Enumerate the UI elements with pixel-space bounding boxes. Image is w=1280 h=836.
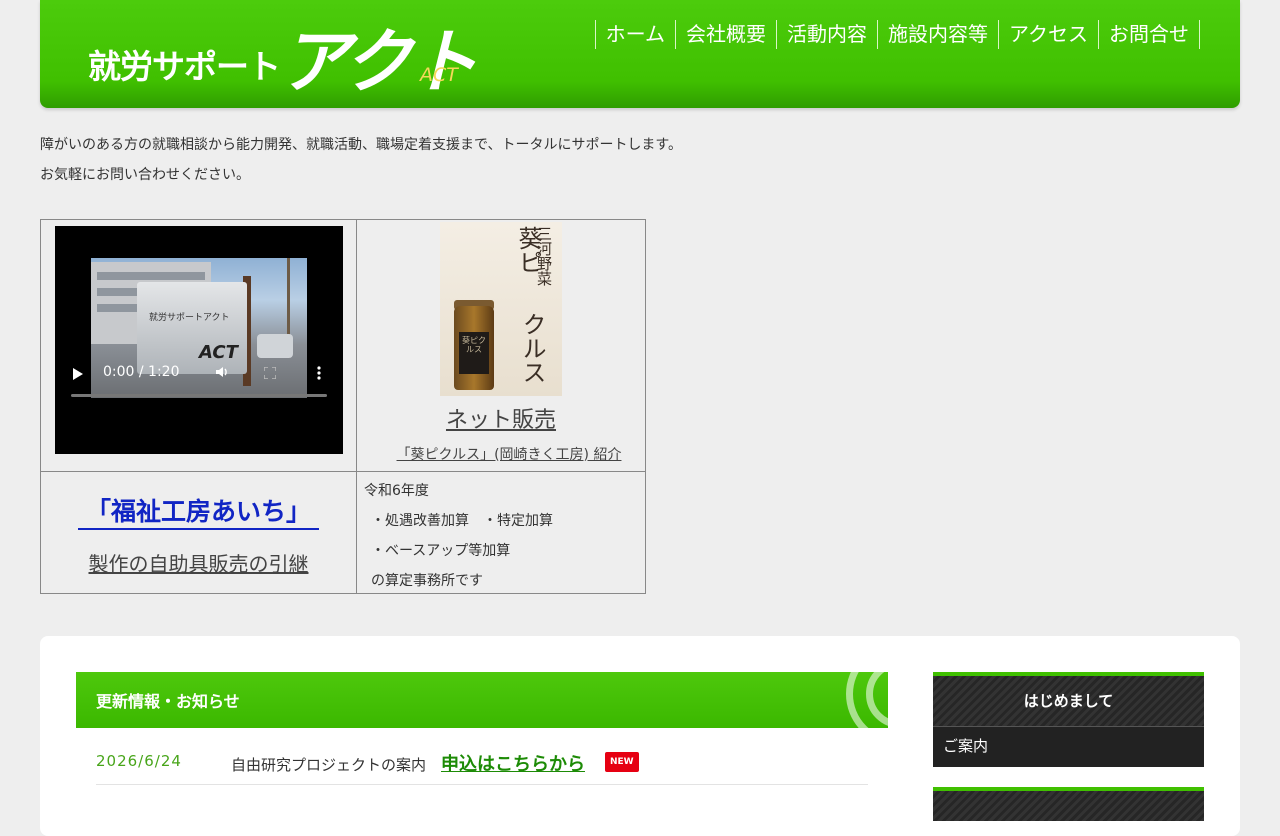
pickles-intro-link[interactable]: 「葵ピクルス」(岡崎きく工房) 紹介 xyxy=(387,444,631,464)
more-options-icon[interactable] xyxy=(317,366,321,380)
video-time: 0:00 / 1:20 xyxy=(103,364,180,380)
fukushi-kobo-link[interactable]: 「福祉工房あいち」 xyxy=(77,492,319,530)
video-cell: 就労サポートアクト ACT 0:00 / 1:20 xyxy=(40,219,357,472)
car-shape xyxy=(257,334,293,358)
pickles-product-image[interactable]: 三河野菜 葵ピ クルス 葵ピクルス xyxy=(440,222,562,396)
fukushi-cell: 「福祉工房あいち」 製作の自助具販売の引継 xyxy=(40,471,357,594)
nav-facilities[interactable]: 施設内容等 xyxy=(877,20,998,49)
video-player[interactable]: 就労サポートアクト ACT 0:00 / 1:20 xyxy=(55,226,343,454)
pickles-image-text-3: クルス xyxy=(518,312,546,384)
sidebar-heading: はじめまして xyxy=(933,672,1204,726)
video-progress-bar[interactable] xyxy=(71,394,327,397)
jar-label: 葵ピクルス xyxy=(459,332,489,374)
nav-access[interactable]: アクセス xyxy=(998,20,1098,49)
net-sales-link[interactable]: ネット販売 xyxy=(357,402,645,434)
global-nav: ホーム 会社概要 活動内容 施設内容等 アクセス お問合せ xyxy=(594,20,1200,49)
news-apply-link[interactable]: 申込はこちらから xyxy=(441,750,585,776)
fullscreen-icon[interactable] xyxy=(264,367,276,379)
nav-contact[interactable]: お問合せ xyxy=(1098,20,1200,49)
volume-icon[interactable] xyxy=(215,365,229,379)
fukushi-title-wrap: 「福祉工房あいち」 xyxy=(41,492,356,530)
news-item: 2026/6/24 自由研究プロジェクトの案内 申込はこちらから NEW xyxy=(96,742,868,785)
video-controls: 0:00 / 1:20 xyxy=(67,362,331,406)
reiwa-line-4: の算定事務所です xyxy=(371,573,483,589)
main-content: 更新情報・お知らせ 2026/6/24 自由研究プロジェクトの案内 申込はこちら… xyxy=(40,636,1240,836)
intro-line-1: 障がいのある方の就職相談から能力開発、就職活動、職場定着支援まで、トータルにサポ… xyxy=(40,137,683,153)
news-header: 更新情報・お知らせ xyxy=(76,672,888,728)
sidebar-item-guide[interactable]: ご案内 xyxy=(933,726,1204,767)
nav-activities[interactable]: 活動内容 xyxy=(776,20,877,49)
fukushi-sub-link[interactable]: 製作の自助具販売の引継 xyxy=(41,548,356,577)
reiwa-cell: 令和6年度 ・処遇改善加算 ・特定加算 ・ベースアップ等加算 の算定事務所です xyxy=(356,471,646,596)
pickles-cell: 三河野菜 葵ピ クルス 葵ピクルス ネット販売 「葵ピクルス」(岡崎きく工房) … xyxy=(356,219,646,472)
logo-text-sub: ACT xyxy=(420,64,458,86)
play-icon[interactable] xyxy=(73,368,83,380)
logo-text-big: アクト xyxy=(280,21,478,103)
reiwa-line-1: 令和6年度 xyxy=(364,483,429,499)
sign-text: 就労サポートアクト xyxy=(149,313,230,323)
intro-line-2: お気軽にお問い合わせください。 xyxy=(40,167,250,183)
reiwa-line-2: ・処遇改善加算 ・特定加算 xyxy=(371,513,553,529)
sidebar: はじめまして ご案内 xyxy=(933,672,1204,821)
news-date: 2026/6/24 xyxy=(96,752,182,770)
pickles-image-text-2: 葵ピ xyxy=(514,226,542,274)
news-text: 自由研究プロジェクトの案内 xyxy=(231,756,427,774)
nav-home[interactable]: ホーム xyxy=(594,20,675,49)
news-title: 更新情報・お知らせ xyxy=(96,692,240,711)
site-logo[interactable]: 就労サポート アクト ACT xyxy=(88,12,488,103)
sidebar-heading-next xyxy=(933,787,1204,821)
sign-logo: ACT xyxy=(199,342,238,363)
logo-text-main: 就労サポート xyxy=(88,47,281,86)
reiwa-line-3: ・ベースアップ等加算 xyxy=(371,543,511,559)
reiwa-info: 令和6年度 ・処遇改善加算 ・特定加算 ・ベースアップ等加算 の算定事務所です xyxy=(364,476,553,596)
site-header: 就労サポート アクト ACT ホーム 会社概要 活動内容 施設内容等 アクセス … xyxy=(40,0,1240,108)
feature-grid: 就労サポートアクト ACT 0:00 / 1:20 三河野菜 葵ピ クルス 葵ピ… xyxy=(40,219,646,594)
intro-text: 障がいのある方の就職相談から能力開発、就職活動、職場定着支援まで、トータルにサポ… xyxy=(40,130,682,190)
new-badge: NEW xyxy=(605,752,639,772)
nav-company[interactable]: 会社概要 xyxy=(675,20,776,49)
